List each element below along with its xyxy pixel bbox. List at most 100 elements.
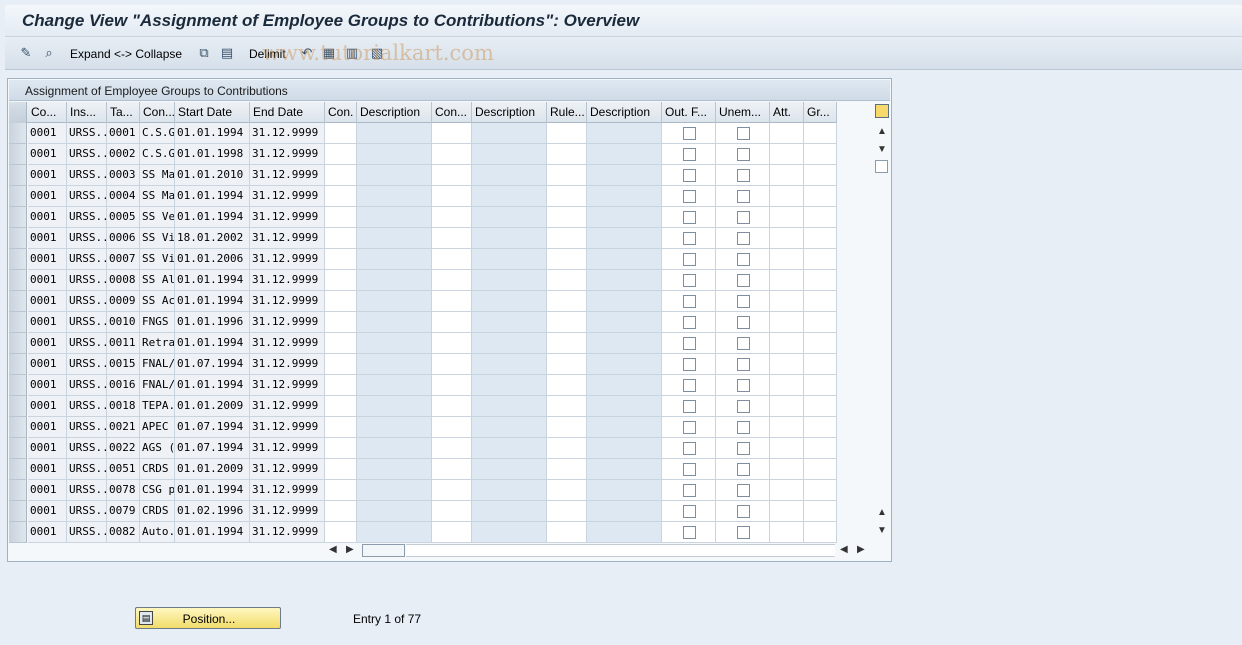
input-cell[interactable] (325, 291, 357, 312)
input-cell[interactable] (804, 249, 837, 270)
out-flag-checkbox[interactable] (683, 169, 696, 182)
column-header-11[interactable]: Description (587, 102, 662, 123)
input-cell[interactable] (547, 144, 587, 165)
input-cell[interactable] (325, 438, 357, 459)
row-selector[interactable] (9, 291, 27, 312)
column-header-3[interactable]: Con... (140, 102, 175, 123)
input-cell[interactable] (770, 375, 804, 396)
input-cell[interactable] (770, 417, 804, 438)
input-cell[interactable] (325, 396, 357, 417)
column-header-14[interactable]: Att. (770, 102, 804, 123)
input-cell[interactable] (804, 291, 837, 312)
unemployment-checkbox[interactable] (737, 190, 750, 203)
input-cell[interactable] (325, 228, 357, 249)
input-cell[interactable] (325, 501, 357, 522)
expand-collapse-button[interactable]: Expand <-> Collapse (70, 47, 182, 61)
row-selector[interactable] (9, 123, 27, 144)
input-cell[interactable] (325, 354, 357, 375)
out-flag-checkbox[interactable] (683, 337, 696, 350)
input-cell[interactable] (547, 438, 587, 459)
input-cell[interactable] (770, 270, 804, 291)
input-cell[interactable] (432, 375, 472, 396)
scroll-page-down-icon[interactable]: ▲ (877, 507, 887, 519)
input-cell[interactable] (770, 228, 804, 249)
unemployment-checkbox[interactable] (737, 505, 750, 518)
unemployment-checkbox[interactable] (737, 379, 750, 392)
input-cell[interactable] (547, 354, 587, 375)
scroll-left-end-icon[interactable]: ◀ (840, 544, 848, 556)
input-cell[interactable] (770, 291, 804, 312)
column-header-13[interactable]: Unem... (716, 102, 770, 123)
row-selector[interactable] (9, 312, 27, 333)
input-cell[interactable] (770, 438, 804, 459)
input-cell[interactable] (770, 354, 804, 375)
column-header-10[interactable]: Rule... (547, 102, 587, 123)
out-flag-checkbox[interactable] (683, 190, 696, 203)
column-header-7[interactable]: Description (357, 102, 432, 123)
row-selector[interactable] (9, 186, 27, 207)
input-cell[interactable] (804, 312, 837, 333)
scroll-down-icon[interactable]: ▼ (877, 525, 887, 537)
input-cell[interactable] (325, 186, 357, 207)
vertical-scrollbar[interactable]: ▲ ▼ ▲ ▼ (874, 102, 891, 542)
out-flag-checkbox[interactable] (683, 148, 696, 161)
scroll-thumb[interactable] (875, 160, 888, 173)
input-cell[interactable] (804, 354, 837, 375)
input-cell[interactable] (432, 123, 472, 144)
hscroll-track[interactable] (406, 544, 835, 557)
input-cell[interactable] (325, 417, 357, 438)
out-flag-checkbox[interactable] (683, 127, 696, 140)
input-cell[interactable] (432, 207, 472, 228)
row-selector[interactable] (9, 354, 27, 375)
input-cell[interactable] (325, 123, 357, 144)
unemployment-checkbox[interactable] (737, 211, 750, 224)
input-cell[interactable] (432, 291, 472, 312)
edit-pencil-icon[interactable]: ✎ (18, 45, 34, 61)
input-cell[interactable] (547, 522, 587, 543)
input-cell[interactable] (547, 291, 587, 312)
unemployment-checkbox[interactable] (737, 232, 750, 245)
input-cell[interactable] (770, 501, 804, 522)
input-cell[interactable] (804, 522, 837, 543)
column-header-9[interactable]: Description (472, 102, 547, 123)
scroll-left-icon[interactable]: ◀ (329, 544, 337, 556)
out-flag-checkbox[interactable] (683, 295, 696, 308)
scroll-right-small-icon[interactable]: ▶ (346, 544, 354, 556)
input-cell[interactable] (432, 417, 472, 438)
unemployment-checkbox[interactable] (737, 253, 750, 266)
unemployment-checkbox[interactable] (737, 148, 750, 161)
input-cell[interactable] (547, 270, 587, 291)
row-selector[interactable] (9, 375, 27, 396)
input-cell[interactable] (325, 270, 357, 291)
column-header-2[interactable]: Ta... (107, 102, 140, 123)
out-flag-checkbox[interactable] (683, 463, 696, 476)
search-icon[interactable]: ⌕ (41, 45, 57, 61)
input-cell[interactable] (432, 459, 472, 480)
unemployment-checkbox[interactable] (737, 169, 750, 182)
input-cell[interactable] (547, 375, 587, 396)
out-flag-checkbox[interactable] (683, 358, 696, 371)
row-selector[interactable] (9, 417, 27, 438)
input-cell[interactable] (325, 144, 357, 165)
input-cell[interactable] (432, 501, 472, 522)
input-cell[interactable] (432, 144, 472, 165)
input-cell[interactable] (547, 249, 587, 270)
column-header-5[interactable]: End Date (250, 102, 325, 123)
input-cell[interactable] (325, 165, 357, 186)
input-cell[interactable] (547, 480, 587, 501)
out-flag-checkbox[interactable] (683, 484, 696, 497)
input-cell[interactable] (804, 480, 837, 501)
input-cell[interactable] (325, 459, 357, 480)
horizontal-scrollbar[interactable]: ◀ ▶ ◀ ▶ (324, 542, 871, 558)
input-cell[interactable] (432, 354, 472, 375)
input-cell[interactable] (804, 186, 837, 207)
input-cell[interactable] (770, 144, 804, 165)
row-selector[interactable] (9, 396, 27, 417)
input-cell[interactable] (804, 270, 837, 291)
input-cell[interactable] (770, 165, 804, 186)
input-cell[interactable] (325, 480, 357, 501)
row-selector[interactable] (9, 438, 27, 459)
unemployment-checkbox[interactable] (737, 463, 750, 476)
input-cell[interactable] (804, 501, 837, 522)
column-settings-icon[interactable] (875, 104, 889, 118)
